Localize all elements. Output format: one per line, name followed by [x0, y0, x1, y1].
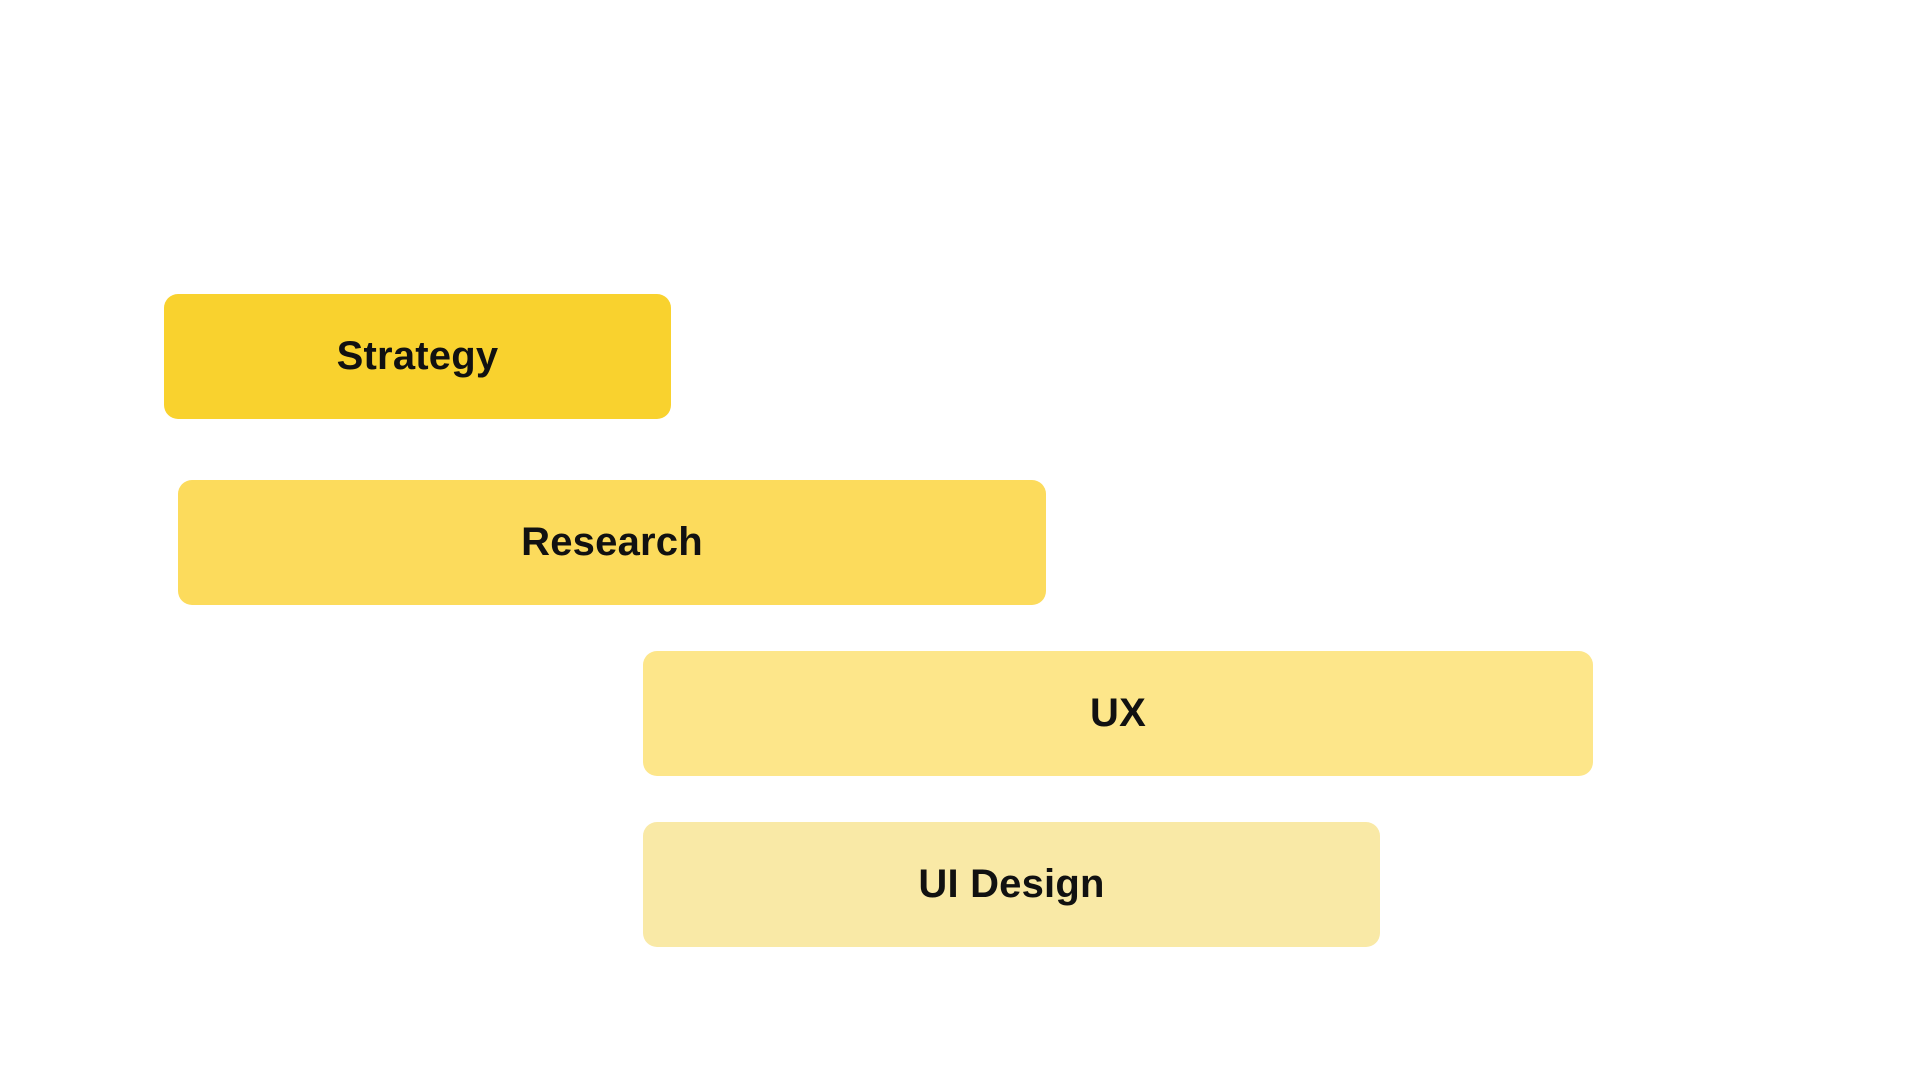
phase-label-research: Research	[521, 520, 703, 564]
phase-label-strategy: Strategy	[336, 334, 499, 378]
phase-label-ux: UX	[1090, 691, 1146, 735]
phase-label-ui-design: UI Design	[918, 862, 1105, 906]
phase-bar-ux: UX	[643, 651, 1593, 776]
phase-bar-research: Research	[178, 480, 1046, 605]
phase-bar-strategy: Strategy	[164, 294, 671, 419]
phase-bar-ui-design: UI Design	[643, 822, 1380, 947]
